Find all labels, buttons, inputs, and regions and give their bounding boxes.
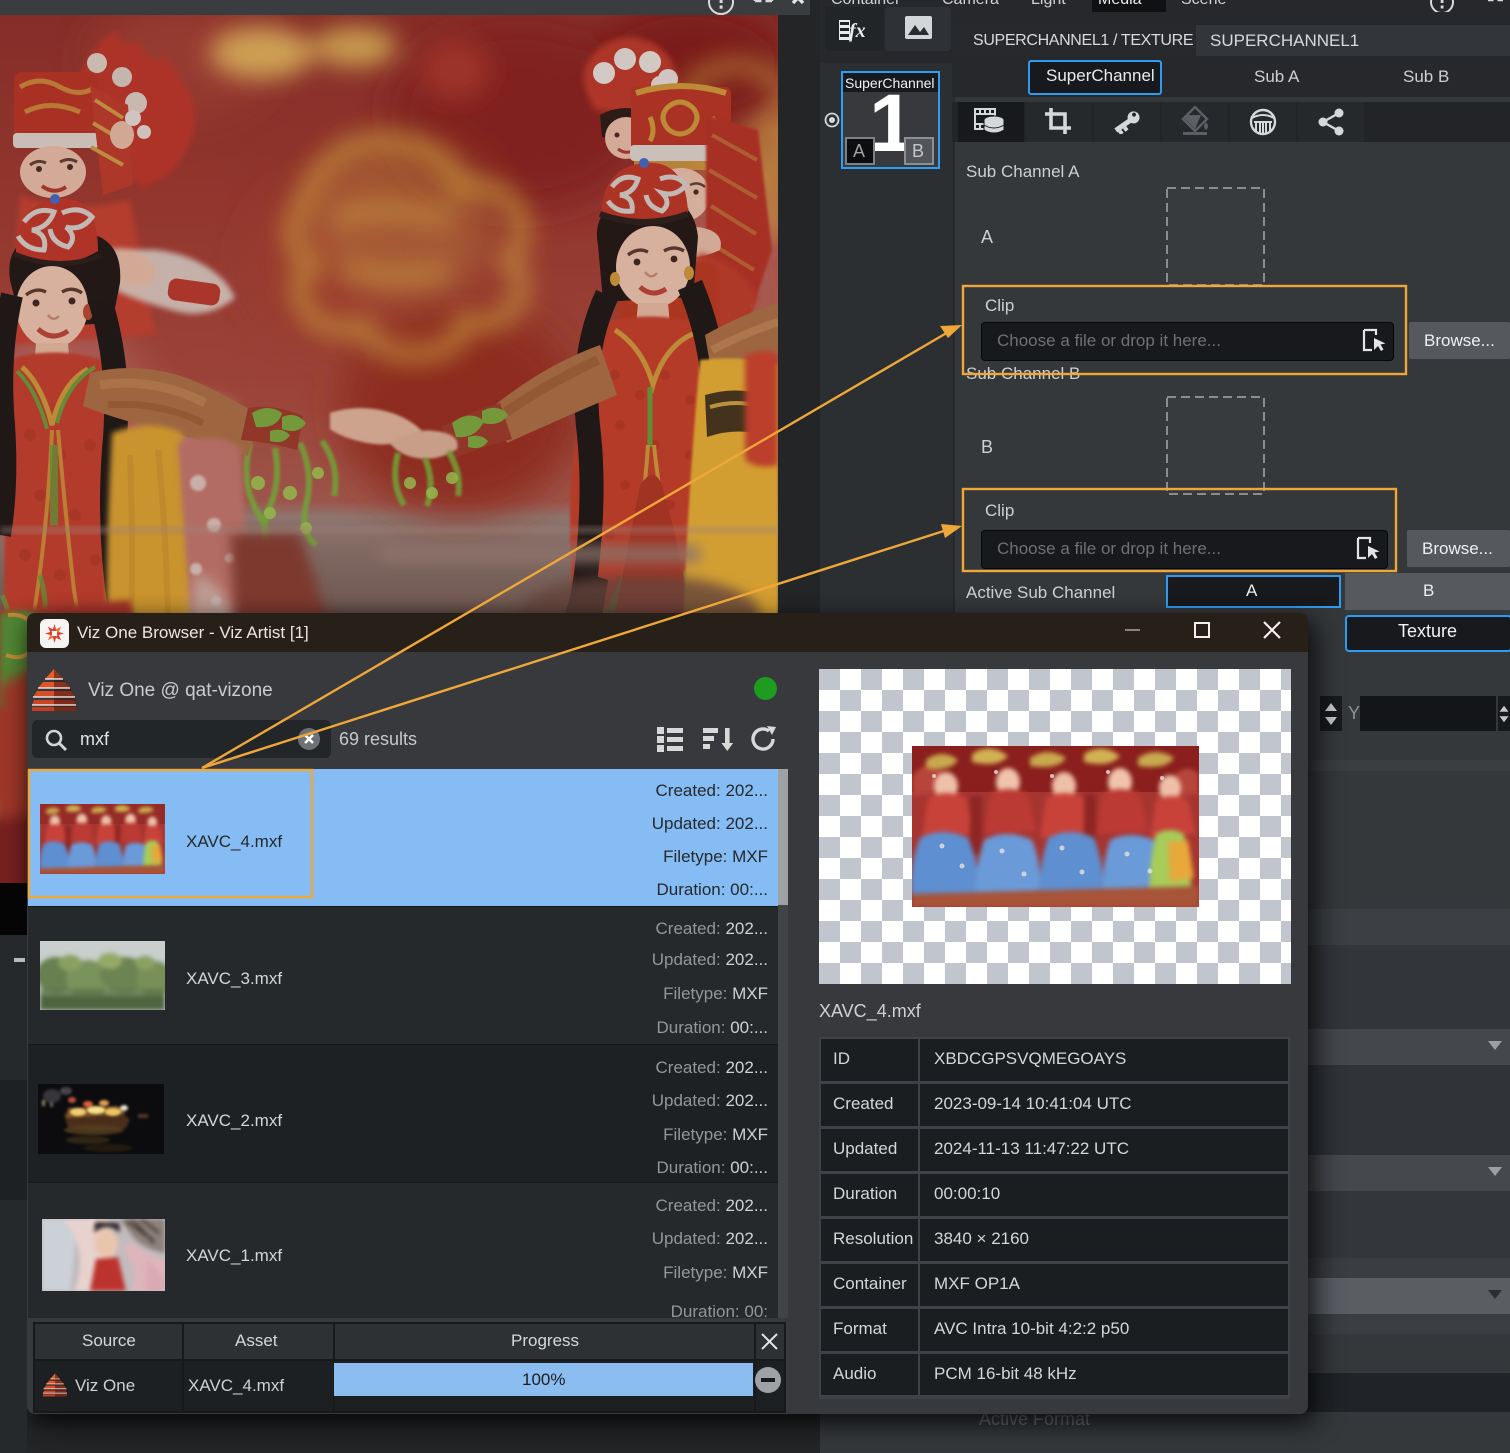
svg-text:fx: fx <box>849 20 866 42</box>
